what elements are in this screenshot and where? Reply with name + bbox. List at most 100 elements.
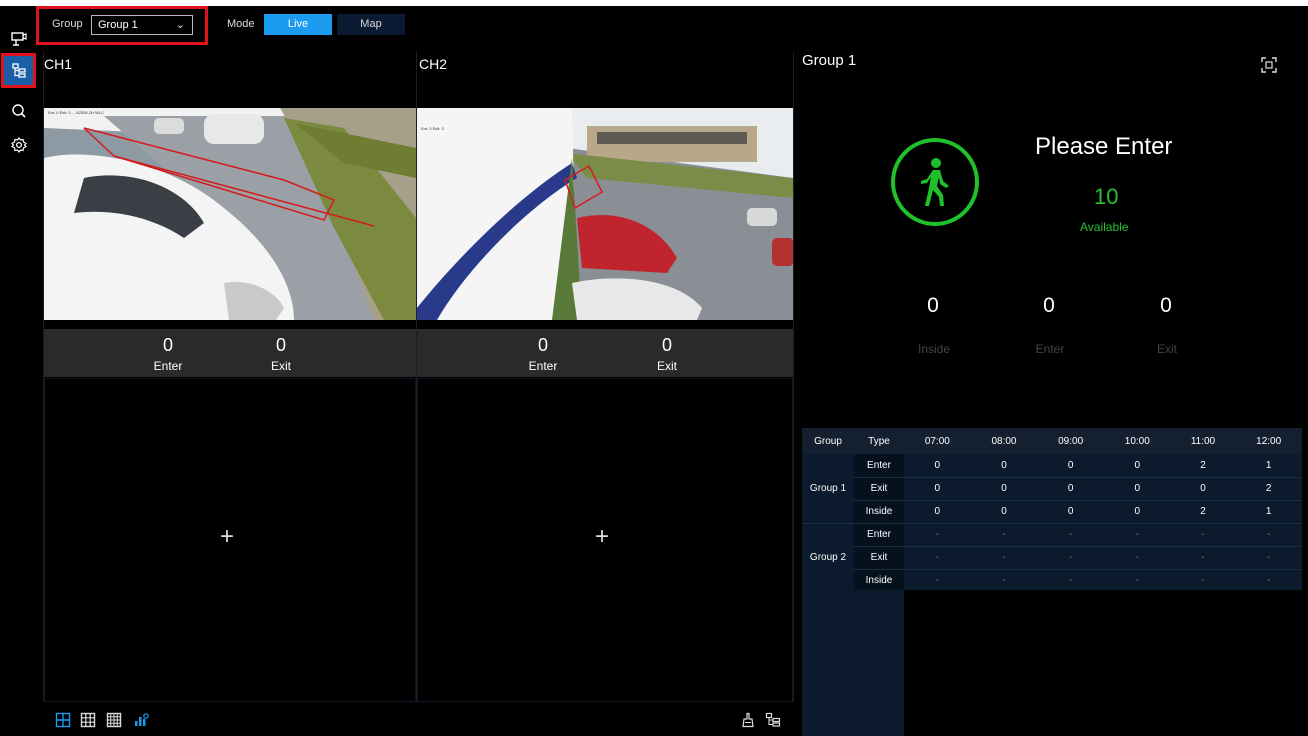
table-group-column-fill bbox=[802, 590, 904, 736]
value-cell: 1 bbox=[1235, 454, 1302, 478]
value-cell: 2 bbox=[1170, 500, 1236, 524]
settings-icon[interactable] bbox=[4, 130, 33, 159]
type-cell: Inside bbox=[854, 500, 904, 524]
value-cell: - bbox=[1170, 569, 1236, 593]
channel-ch1[interactable]: CH1 Ent: 0 Exit: 0 ... A2536 ZH WLC 0 En… bbox=[44, 52, 416, 377]
enter-total-label: Enter bbox=[1035, 342, 1065, 356]
mode-label: Mode bbox=[227, 18, 255, 30]
table-row: Group 1 Enter 0 0 0 0 2 1 bbox=[802, 454, 1302, 524]
enter-count: 0 bbox=[537, 335, 548, 355]
value-cell: - bbox=[1170, 546, 1236, 570]
exit-label: Exit bbox=[656, 359, 677, 373]
column-header: 07:00 bbox=[904, 428, 971, 454]
group-name-cell: Group 1 bbox=[802, 454, 854, 524]
exit-total-label: Exit bbox=[1156, 342, 1177, 356]
value-cell: 2 bbox=[1235, 477, 1302, 501]
value-cell: 0 bbox=[904, 500, 971, 524]
layout-16-icon[interactable] bbox=[106, 712, 122, 728]
column-header: 09:00 bbox=[1037, 428, 1104, 454]
add-channel-icon[interactable]: + bbox=[220, 523, 234, 551]
column-header: 08:00 bbox=[970, 428, 1038, 454]
table-empty-area bbox=[904, 590, 1302, 736]
table-row: Inside 0 0 0 0 2 1 bbox=[802, 500, 1302, 524]
channel-title: CH2 bbox=[419, 56, 448, 72]
value-cell: 0 bbox=[1037, 454, 1104, 478]
people-counting-icon[interactable] bbox=[1, 53, 36, 88]
live-view-icon[interactable] bbox=[4, 24, 33, 53]
group-select-value: Group 1 bbox=[98, 19, 138, 31]
table-row: Group 2 Enter - - - - - - bbox=[802, 523, 1302, 593]
value-cell: 1 bbox=[1235, 500, 1302, 524]
svg-text:Ent: 3 Exit: 3: Ent: 3 Exit: 3 bbox=[421, 126, 444, 131]
empty-channel-cell[interactable]: + bbox=[44, 378, 416, 702]
group-name-cell: Group 2 bbox=[802, 523, 854, 593]
value-cell: - bbox=[1235, 569, 1302, 593]
group-select[interactable]: Group 1 ⌄ bbox=[91, 15, 193, 35]
table-row: Inside - - - - - - bbox=[802, 569, 1302, 593]
panel-title: Group 1 bbox=[802, 52, 857, 69]
value-cell: 0 bbox=[970, 477, 1038, 501]
layout-9-icon[interactable] bbox=[80, 712, 96, 728]
mode-map-button[interactable]: Map bbox=[337, 14, 405, 35]
type-cell: Inside bbox=[854, 569, 904, 593]
enter-total: 0 bbox=[1043, 294, 1055, 317]
value-cell: - bbox=[904, 569, 971, 593]
enter-label: Enter bbox=[528, 359, 558, 373]
exit-count: 0 bbox=[275, 335, 286, 355]
value-cell: 0 bbox=[1103, 500, 1171, 524]
exit-total: 0 bbox=[1160, 294, 1172, 317]
value-cell: - bbox=[1103, 523, 1171, 547]
layout-toolbar bbox=[43, 705, 793, 736]
enter-count: 0 bbox=[162, 335, 173, 355]
column-header: 10:00 bbox=[1103, 428, 1171, 454]
svg-text:Ent: 0 Exit: 0 ... A2536 ZH WL: Ent: 0 Exit: 0 ... A2536 ZH WLC bbox=[48, 110, 104, 115]
value-cell: 0 bbox=[1037, 477, 1104, 501]
value-cell: 0 bbox=[904, 477, 971, 501]
enter-label: Enter bbox=[153, 359, 183, 373]
value-cell: 0 bbox=[1103, 477, 1171, 501]
column-header: Type bbox=[854, 428, 904, 454]
value-cell: - bbox=[1103, 546, 1171, 570]
value-cell: 0 bbox=[970, 454, 1038, 478]
value-cell: - bbox=[970, 523, 1038, 547]
chevron-down-icon: ⌄ bbox=[175, 19, 185, 31]
layout-4-icon[interactable] bbox=[55, 712, 71, 728]
clear-count-icon[interactable] bbox=[740, 712, 756, 728]
channel-ch1-video[interactable]: Ent: 0 Exit: 0 ... A2536 ZH WLC bbox=[44, 108, 416, 320]
inside-count: 0 bbox=[927, 294, 939, 317]
sidebar bbox=[0, 6, 37, 736]
type-cell: Enter bbox=[854, 523, 904, 547]
add-channel-icon[interactable]: + bbox=[595, 523, 609, 551]
type-cell: Enter bbox=[854, 454, 904, 478]
status-message: Please Enter bbox=[1035, 133, 1173, 160]
value-cell: 0 bbox=[904, 454, 971, 478]
value-cell: - bbox=[970, 569, 1038, 593]
value-cell: - bbox=[904, 523, 971, 547]
group-settings-icon[interactable] bbox=[765, 712, 781, 728]
search-icon[interactable] bbox=[4, 96, 33, 125]
column-header: 11:00 bbox=[1170, 428, 1236, 454]
type-cell: Exit bbox=[854, 546, 904, 570]
channel-ch2-video[interactable]: Ent: 3 Exit: 3 bbox=[417, 108, 793, 320]
value-cell: - bbox=[1037, 546, 1104, 570]
value-cell: 0 bbox=[1170, 477, 1236, 501]
value-cell: - bbox=[1235, 546, 1302, 570]
channel-ch2-stats: 0 Enter 0 Exit bbox=[417, 329, 793, 377]
value-cell: 2 bbox=[1170, 454, 1236, 478]
value-cell: 0 bbox=[1103, 454, 1171, 478]
available-count: 10 bbox=[1094, 184, 1119, 209]
table-header-row: Group Type 07:00 08:00 09:00 10:00 11:00… bbox=[802, 428, 1302, 454]
table-row: Exit - - - - - - bbox=[802, 546, 1302, 570]
channel-ch2[interactable]: CH2 Ent: 3 Exit: 3 0 Enter 0 Exit bbox=[417, 52, 793, 377]
fullscreen-icon[interactable] bbox=[1260, 56, 1278, 74]
statistics-icon[interactable] bbox=[133, 712, 149, 728]
mode-live-button[interactable]: Live bbox=[264, 14, 332, 35]
empty-channel-cell[interactable]: + bbox=[417, 378, 793, 702]
channel-title: CH1 bbox=[44, 56, 73, 72]
value-cell: - bbox=[904, 546, 971, 570]
value-cell: - bbox=[1235, 523, 1302, 547]
inside-label: Inside bbox=[917, 342, 951, 356]
type-cell: Exit bbox=[854, 477, 904, 501]
walking-person-icon bbox=[891, 138, 979, 226]
table-row: Exit 0 0 0 0 0 2 bbox=[802, 477, 1302, 501]
